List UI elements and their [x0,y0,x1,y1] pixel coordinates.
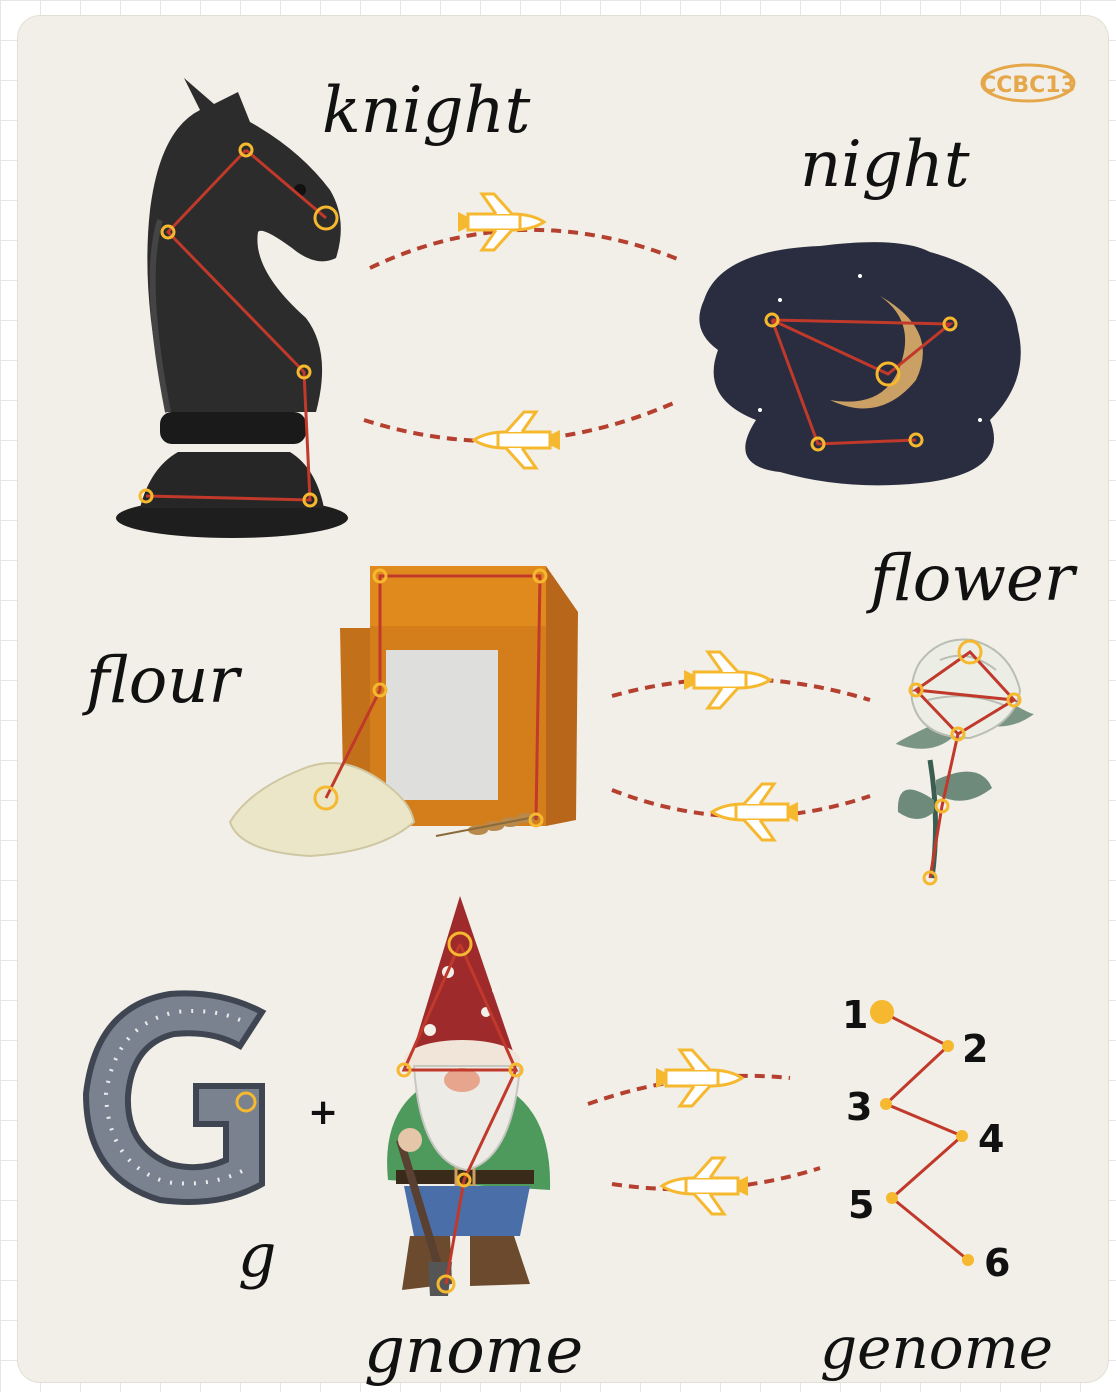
step-number-4: 4 [978,1117,1004,1161]
space-shuttle-icon [682,650,772,710]
space-shuttle-icon [654,1048,744,1108]
genome-zigzag-lines [881,1010,969,1262]
step-number-1: 1 [842,993,868,1037]
word-genome: genome [820,1314,1053,1382]
space-shuttle-icon [660,1156,750,1216]
garden-gnome-icon [387,896,551,1296]
transform-arrows-row2 [611,650,871,842]
transform-arrows-row1 [363,192,681,470]
rose-flower-icon [896,638,1034,879]
night-sky-moon-icon [699,242,1021,486]
letter-g-marquee-icon [82,990,267,1205]
word-night: night [800,128,970,202]
step-number-2: 2 [962,1027,988,1071]
wordplay-illustration: CCBC13 knight night flour flower g + gno… [82,63,1078,1388]
step-number-6: 6 [984,1241,1010,1285]
plus-sign: + [308,1092,338,1133]
word-gnome: gnome [364,1314,583,1388]
svg-text:CCBC13: CCBC13 [980,73,1076,98]
word-flour: flour [82,644,242,718]
genome-zigzag-dots [870,1000,974,1266]
ccbc-logo: CCBC13 [980,63,1076,103]
space-shuttle-icon [456,192,546,252]
step-number-5: 5 [848,1183,874,1227]
word-knight: knight [322,74,531,148]
space-shuttle-icon [472,410,562,470]
space-shuttle-icon [710,782,800,842]
knight-chess-piece-icon [116,78,348,538]
word-flower: flower [866,542,1078,616]
step-number-3: 3 [846,1085,872,1129]
transform-arrows-row3 [587,1048,821,1216]
letter-g-label: g [238,1221,276,1291]
flour-bag-icon [228,566,578,858]
